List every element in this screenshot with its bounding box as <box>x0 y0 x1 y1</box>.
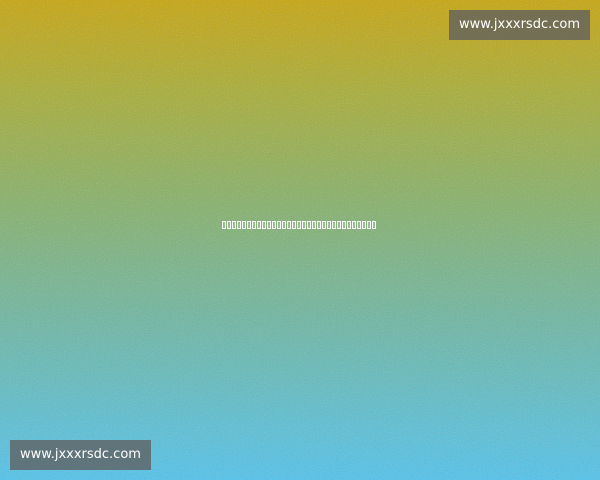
missing-glyph-box <box>252 221 256 229</box>
missing-glyph-box <box>322 221 326 229</box>
missing-glyph-box <box>227 221 231 229</box>
background-canvas: www.jxxxrsdc.com www.jxxxrsdc.com <box>0 0 600 480</box>
missing-glyph-box <box>342 221 346 229</box>
missing-glyph-box <box>267 221 271 229</box>
missing-glyph-box <box>287 221 291 229</box>
missing-glyph-box <box>257 221 261 229</box>
missing-glyph-box <box>297 221 301 229</box>
missing-glyph-box <box>347 221 351 229</box>
missing-glyph-box <box>232 221 236 229</box>
missing-glyph-box <box>337 221 341 229</box>
missing-glyph-box <box>372 221 376 229</box>
watermark-top-right: www.jxxxrsdc.com <box>449 10 590 40</box>
missing-glyph-box <box>317 221 321 229</box>
missing-glyph-box <box>312 221 316 229</box>
missing-glyph-box <box>282 221 286 229</box>
missing-glyph-box <box>247 221 251 229</box>
missing-glyph-box <box>352 221 356 229</box>
noise-texture <box>0 0 600 480</box>
missing-glyph-box <box>292 221 296 229</box>
missing-glyph-box <box>367 221 371 229</box>
missing-glyph-box <box>332 221 336 229</box>
missing-glyph-box <box>362 221 366 229</box>
missing-glyph-box <box>357 221 361 229</box>
missing-glyph-box <box>307 221 311 229</box>
missing-glyph-text <box>222 221 376 231</box>
missing-glyph-box <box>222 221 226 229</box>
missing-glyph-box <box>272 221 276 229</box>
missing-glyph-box <box>262 221 266 229</box>
missing-glyph-box <box>327 221 331 229</box>
missing-glyph-box <box>277 221 281 229</box>
watermark-bottom-left: www.jxxxrsdc.com <box>10 440 151 470</box>
missing-glyph-box <box>242 221 246 229</box>
missing-glyph-box <box>237 221 241 229</box>
missing-glyph-box <box>302 221 306 229</box>
